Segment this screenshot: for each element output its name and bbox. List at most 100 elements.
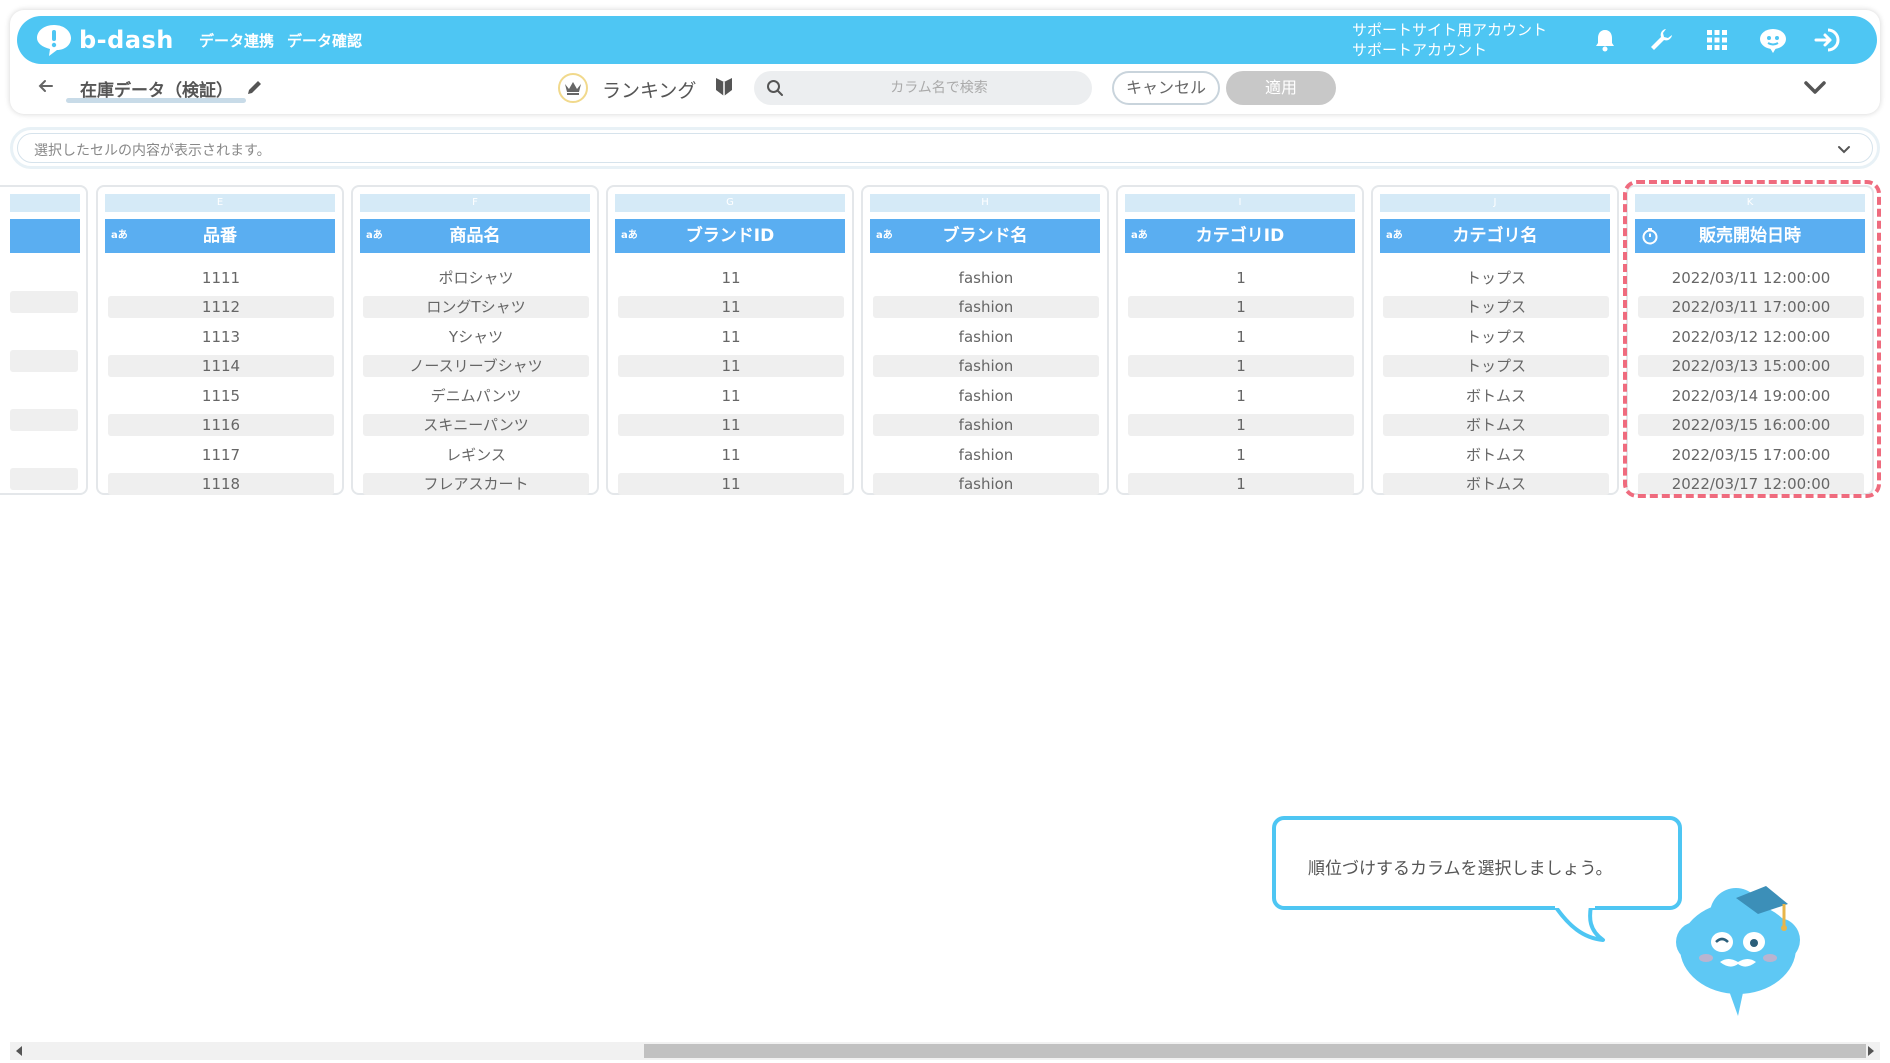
table-cell[interactable]: レギンス [363,444,589,466]
pencil-icon[interactable] [246,78,264,96]
text-type-icon: aあ [1386,230,1403,241]
table-cell[interactable]: 1 [1128,444,1354,466]
table-cell[interactable]: 11 [618,473,844,495]
column-letter: J [1380,194,1610,212]
column-letter [10,194,80,212]
table-cell[interactable]: 1 [1128,414,1354,436]
column-partial-d[interactable] [0,185,88,495]
table-cell[interactable]: 1116 [108,414,334,436]
nav-link-data-check[interactable]: データ確認 [287,30,362,51]
chevron-down-icon[interactable] [1802,76,1828,98]
table-cell[interactable]: 1112 [108,296,334,318]
search-input[interactable] [794,71,1084,105]
table-cell[interactable]: ノースリーブシャツ [363,355,589,377]
table-cell[interactable]: 1 [1128,473,1354,495]
beginner-mark-icon[interactable] [714,76,734,98]
table-cell[interactable]: ポロシャツ [363,267,589,289]
table-cell[interactable]: スキニーパンツ [363,414,589,436]
column-letter: H [870,194,1100,212]
scroll-left-arrow-icon[interactable] [16,1046,22,1056]
logo-icon [37,25,71,56]
table-cell[interactable]: 1 [1128,296,1354,318]
table-cell[interactable]: 1111 [108,267,334,289]
logo[interactable]: b-dash [35,22,174,58]
table-cell[interactable]: ボトムス [1383,385,1609,407]
chevron-down-icon[interactable] [1836,142,1852,156]
table-cell[interactable]: 1 [1128,355,1354,377]
column-header[interactable]: aあ ブランド名 [870,219,1100,253]
logout-icon[interactable] [1813,25,1845,55]
search-icon [767,80,783,96]
main-navbar: b-dash データ連携 データ確認 サポートサイト用アカウント サポートアカウ… [17,16,1877,64]
table-cell[interactable]: ボトムス [1383,414,1609,436]
support-bot-icon[interactable] [1757,25,1789,55]
column-header[interactable] [10,219,80,253]
text-type-icon: aあ [111,230,128,241]
column-g[interactable]: Gaあ ブランドID 11 11 11 11 11 11 11 11 [606,185,854,495]
table-cell[interactable]: トップス [1383,267,1609,289]
table-cell[interactable]: 11 [618,355,844,377]
table-cell[interactable]: 1117 [108,444,334,466]
column-name: 商品名 [449,226,501,246]
table-cell[interactable]: fashion [873,267,1099,289]
horizontal-scrollbar[interactable] [10,1042,1880,1060]
table-cell[interactable]: fashion [873,355,1099,377]
table-cell[interactable]: 11 [618,385,844,407]
column-letter: I [1125,194,1355,212]
column-header[interactable]: aあ 商品名 [360,219,590,253]
back-arrow-icon[interactable] [36,76,56,96]
table-cell[interactable]: fashion [873,296,1099,318]
tutorial-message: 順位づけするカラムを選択しましょう。 [1308,859,1613,879]
nav-link-data-integration[interactable]: データ連携 [199,30,274,51]
column-header[interactable]: aあ 品番 [105,219,335,253]
table-cell[interactable]: 11 [618,296,844,318]
column-header[interactable]: aあ カテゴリ名 [1380,219,1610,253]
table-cell[interactable]: デニムパンツ [363,385,589,407]
table-cell[interactable]: fashion [873,444,1099,466]
table-cell[interactable]: fashion [873,473,1099,495]
cancel-button[interactable]: キャンセル [1112,71,1220,105]
mode-label: ランキング [602,80,697,102]
column-j[interactable]: Jaあ カテゴリ名 トップス トップス トップス トップス ボトムス ボトムス ボトムス ボトムス [1371,185,1619,495]
column-header[interactable]: aあ カテゴリID [1125,219,1355,253]
table-cell[interactable]: fashion [873,414,1099,436]
apply-button[interactable]: 適用 [1226,71,1336,105]
table-cell[interactable]: トップス [1383,326,1609,348]
table-cell[interactable]: Yシャツ [363,326,589,348]
table-cell[interactable]: ボトムス [1383,444,1609,466]
scroll-right-arrow-icon[interactable] [1868,1046,1874,1056]
column-header[interactable]: aあ ブランドID [615,219,845,253]
table-cell[interactable]: 1 [1128,267,1354,289]
column-search [754,71,1092,105]
table-cell[interactable]: 11 [618,267,844,289]
table-cell[interactable]: 1118 [108,473,334,495]
account-site-name: サポートサイト用アカウント [1352,21,1548,39]
scrollbar-thumb[interactable] [644,1044,1866,1058]
table-cell[interactable]: 1114 [108,355,334,377]
column-e[interactable]: Eaあ 品番 1111 1112 1113 1114 1115 1116 1117 1118 [96,185,344,495]
column-name: 品番 [203,226,237,246]
table-cell[interactable]: 1 [1128,385,1354,407]
column-f[interactable]: Faあ 商品名 ポロシャツ ロングTシャツ Yシャツ ノースリーブシャツ デニムパンツ スキニ… [351,185,599,495]
table-cell[interactable]: 11 [618,444,844,466]
text-type-icon: aあ [1131,230,1148,241]
table-cell[interactable]: 1 [1128,326,1354,348]
account-info[interactable]: サポートサイト用アカウント サポートアカウント [1352,20,1547,60]
table-cell[interactable]: fashion [873,385,1099,407]
apps-grid-icon[interactable] [1701,25,1733,55]
column-h[interactable]: Haあ ブランド名 fashion fashion fashion fashion fash… [861,185,1109,495]
wrench-icon[interactable] [1645,25,1677,55]
table-cell[interactable]: 1113 [108,326,334,348]
table-cell[interactable]: 11 [618,414,844,436]
table-cell[interactable]: 1115 [108,385,334,407]
table-cell[interactable]: フレアスカート [363,473,589,495]
table-cell[interactable]: トップス [1383,296,1609,318]
column-name: ブランド名 [942,226,1028,246]
table-cell[interactable]: ロングTシャツ [363,296,589,318]
table-cell[interactable]: 11 [618,326,844,348]
table-cell[interactable]: トップス [1383,355,1609,377]
table-cell[interactable]: fashion [873,326,1099,348]
bell-icon[interactable] [1589,25,1621,55]
column-i[interactable]: Iaあ カテゴリID 1 1 1 1 1 1 1 1 [1116,185,1364,495]
table-cell[interactable]: ボトムス [1383,473,1609,495]
